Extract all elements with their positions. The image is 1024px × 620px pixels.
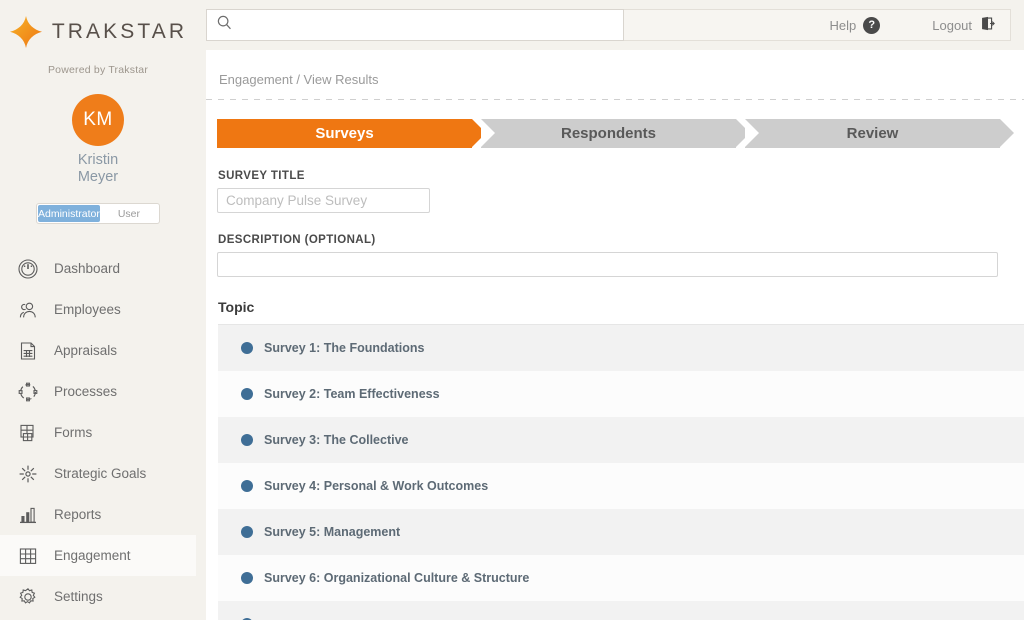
survey-title-text: Survey 2: Team Effectiveness [264, 387, 440, 401]
sidebar-item-label: Reports [54, 507, 101, 522]
table-row[interactable]: Survey 5: Management [218, 509, 1024, 555]
sidebar-item-strategic-goals[interactable]: Strategic Goals [0, 453, 196, 494]
survey-title-input[interactable] [217, 188, 430, 213]
user-panel: KM Kristin Meyer Administrator User [0, 94, 196, 224]
wizard-step-label: Surveys [315, 125, 373, 142]
survey-title-text: Survey 3: The Collective [264, 433, 409, 447]
gauge-icon [17, 258, 39, 280]
sidebar-item-label: Appraisals [54, 343, 117, 358]
table-row[interactable]: Survey 4: Personal & Work Outcomes [218, 463, 1024, 509]
logout-label: Logout [932, 18, 972, 33]
search-icon [216, 14, 233, 36]
search-input[interactable] [233, 11, 623, 39]
survey-title-label: SURVEY TITLE [218, 170, 1024, 182]
sidebar-item-dashboard[interactable]: Dashboard [0, 248, 196, 289]
survey-title-text: Survey 1: The Foundations [264, 341, 424, 355]
wizard-step-label: Review [847, 125, 899, 142]
app-root: TRAKSTAR Powered by Trakstar KM Kristin … [0, 0, 1024, 620]
role-option-administrator[interactable]: Administrator [38, 205, 100, 222]
user-first-name: Kristin [0, 152, 196, 169]
sidebar-item-label: Engagement [54, 548, 131, 563]
topic-list-header: Topic Disable [218, 299, 1024, 325]
sidebar-item-settings[interactable]: Settings [0, 576, 196, 617]
main-area: Help ? Logout Engagement / View Res [196, 0, 1024, 620]
sidebar-item-engagement[interactable]: Engagement [0, 535, 196, 576]
table-row[interactable] [218, 601, 1024, 620]
role-option-user[interactable]: User [100, 205, 158, 222]
circle-nodes-icon [17, 381, 39, 403]
starburst-icon [17, 463, 39, 485]
sidebar-item-processes[interactable]: Processes [0, 371, 196, 412]
sidebar-item-employees[interactable]: Employees [0, 289, 196, 330]
table-row[interactable]: Survey 6: Organizational Culture & Struc… [218, 555, 1024, 601]
logout-button[interactable]: Logout [932, 15, 996, 35]
sidebar: TRAKSTAR Powered by Trakstar KM Kristin … [0, 0, 196, 620]
sidebar-item-forms[interactable]: Forms [0, 412, 196, 453]
description-input[interactable] [217, 252, 998, 277]
help-button[interactable]: Help ? [830, 17, 881, 34]
question-mark-icon: ? [863, 17, 880, 34]
sidebar-item-label: Strategic Goals [54, 466, 146, 481]
sidebar-item-label: Settings [54, 589, 103, 604]
survey-title-group: SURVEY TITLE [206, 170, 1024, 213]
wizard-step-surveys[interactable]: Surveys [217, 119, 472, 148]
brand-name: TRAKSTAR [52, 20, 187, 44]
wizard-step-label: Respondents [561, 125, 656, 142]
document-grid-icon [17, 340, 39, 362]
timeline-dot-icon [241, 434, 253, 446]
content-card: Engagement / View Results Surveys Respon… [206, 50, 1024, 620]
sidebar-item-reports[interactable]: Reports [0, 494, 196, 535]
topbar-actions: Help ? Logout [624, 9, 1011, 41]
people-icon [17, 299, 39, 321]
sidebar-nav: Dashboard Employees [0, 248, 196, 617]
survey-title-text: Survey 6: Organizational Culture & Struc… [264, 571, 529, 585]
sidebar-item-label: Employees [54, 302, 121, 317]
sidebar-item-label: Processes [54, 384, 117, 399]
search-box[interactable] [206, 9, 624, 41]
table-row[interactable]: Survey 2: Team Effectiveness [218, 371, 1024, 417]
column-header-topic: Topic [218, 299, 254, 315]
avatar[interactable]: KM [72, 94, 124, 146]
timeline-dot-icon [241, 480, 253, 492]
sidebar-item-label: Forms [54, 425, 92, 440]
wizard-step-review[interactable]: Review [745, 119, 1000, 148]
powered-by-text: Powered by Trakstar [0, 64, 196, 76]
wizard-steps: Surveys Respondents Review [217, 119, 1000, 148]
timeline-dot-icon [241, 342, 253, 354]
brand-logo[interactable]: TRAKSTAR [0, 0, 196, 58]
breadcrumb-divider [206, 99, 1024, 100]
timeline-dot-icon [241, 526, 253, 538]
survey-title-text: Survey 4: Personal & Work Outcomes [264, 479, 488, 493]
survey-title-text: Survey 5: Management [264, 525, 400, 539]
description-group: DESCRIPTION (OPTIONAL) [206, 234, 1024, 277]
table-grid-icon [17, 545, 39, 567]
table-row[interactable]: Survey 3: The Collective [218, 417, 1024, 463]
sidebar-item-appraisals[interactable]: Appraisals [0, 330, 196, 371]
timeline-dot-icon [241, 388, 253, 400]
role-toggle[interactable]: Administrator User [36, 203, 160, 224]
wizard-step-respondents[interactable]: Respondents [481, 119, 736, 148]
breadcrumb[interactable]: Engagement / View Results [206, 50, 1024, 87]
bar-chart-icon [17, 504, 39, 526]
exit-door-icon [979, 15, 996, 35]
topbar: Help ? Logout [196, 0, 1024, 50]
gear-icon [17, 586, 39, 608]
user-name: Kristin Meyer [0, 152, 196, 186]
user-last-name: Meyer [0, 169, 196, 186]
timeline-dot-icon [241, 572, 253, 584]
four-point-star-icon [9, 15, 43, 49]
table-row[interactable]: Survey 1: The Foundations [218, 325, 1024, 371]
description-label: DESCRIPTION (OPTIONAL) [218, 234, 1024, 246]
sidebar-item-label: Dashboard [54, 261, 120, 276]
help-label: Help [830, 18, 857, 33]
puzzle-form-icon [17, 422, 39, 444]
topic-list: Survey 1: The Foundations Survey 2: Team… [218, 325, 1024, 620]
